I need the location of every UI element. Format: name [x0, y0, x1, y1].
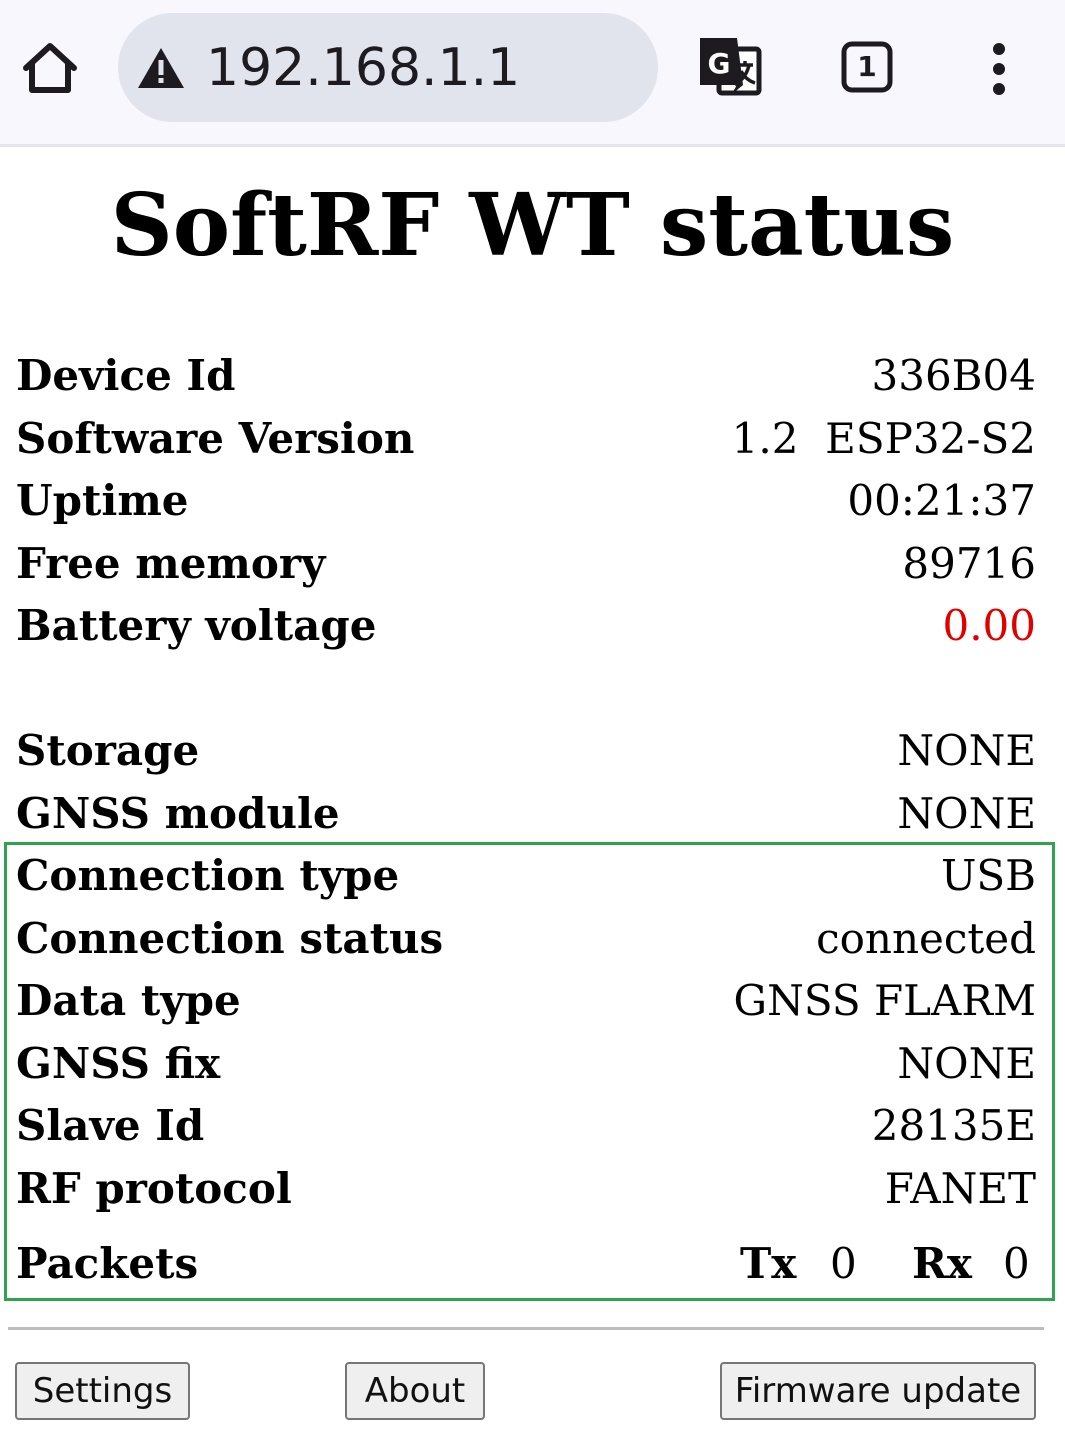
status-row-connection-status: Connection status connected	[16, 908, 1036, 970]
row-value: 336B04	[871, 351, 1036, 400]
packets-rx-label: Rx	[912, 1239, 972, 1288]
status-row-gnss-fix: GNSS fix NONE	[16, 1033, 1036, 1095]
row-value: 00:21:37	[847, 476, 1036, 525]
row-label: Device Id	[16, 351, 236, 400]
row-value: NONE	[897, 789, 1036, 838]
status-row-gnss-module: GNSS module NONE	[16, 783, 1036, 845]
row-value: 89716	[902, 539, 1036, 588]
row-value: FANET	[884, 1164, 1036, 1213]
status-row-storage: Storage NONE	[16, 720, 1036, 782]
status-row-device-id: Device Id 336B04	[16, 345, 1036, 407]
status-row-rf-protocol: RF protocol FANET	[16, 1158, 1036, 1220]
row-value: 28135E	[871, 1101, 1036, 1150]
status-row-software-version: Software Version 1.2 ESP32-S2	[16, 408, 1036, 470]
row-label: Data type	[16, 976, 241, 1025]
packets-tx-value: 0	[830, 1239, 857, 1288]
status-row-data-type: Data type GNSS FLARM	[16, 970, 1036, 1032]
divider	[8, 1327, 1044, 1330]
status-row-slave-id: Slave Id 28135E	[16, 1095, 1036, 1157]
tab-count[interactable]: 1	[840, 40, 894, 94]
row-value: NONE	[897, 1039, 1036, 1088]
row-value: GNSS FLARM	[733, 976, 1036, 1025]
svg-text:G: G	[708, 47, 731, 80]
about-button[interactable]: About	[345, 1362, 485, 1420]
row-label: Battery voltage	[16, 601, 377, 650]
translate-icon[interactable]: G	[697, 35, 763, 99]
status-row-free-memory: Free memory 89716	[16, 533, 1036, 595]
row-label: Software Version	[16, 414, 415, 463]
status-row-uptime: Uptime 00:21:37	[16, 470, 1036, 532]
page-title: SoftRF WT status	[110, 175, 955, 276]
row-label: Storage	[16, 726, 200, 775]
status-row-battery-voltage: Battery voltage 0.00	[16, 595, 1036, 657]
status-row-connection-type: Connection type USB	[16, 845, 1036, 907]
warning-icon[interactable]	[136, 46, 186, 90]
toolbar-divider	[0, 144, 1065, 147]
row-label: Connection status	[16, 914, 444, 963]
row-value: connected	[816, 914, 1036, 963]
row-label: GNSS fix	[16, 1039, 221, 1088]
row-value: 1.2 ESP32-S2	[731, 414, 1036, 463]
packets-rx-value: 0	[1003, 1239, 1030, 1288]
status-row-packets: Packets Tx 0 Rx 0	[16, 1233, 1046, 1295]
home-icon[interactable]	[18, 38, 82, 98]
row-label: Free memory	[16, 539, 326, 588]
more-vert-icon[interactable]	[980, 42, 1018, 96]
row-value: USB	[940, 851, 1036, 900]
settings-button[interactable]: Settings	[15, 1362, 190, 1420]
packets-tx-label: Tx	[740, 1239, 797, 1288]
row-label: Uptime	[16, 476, 189, 525]
row-label: Packets	[16, 1239, 199, 1288]
row-value: NONE	[897, 726, 1036, 775]
row-label: Connection type	[16, 851, 400, 900]
row-label: Slave Id	[16, 1101, 205, 1150]
row-label: RF protocol	[16, 1164, 292, 1213]
firmware-update-button[interactable]: Firmware update	[720, 1362, 1036, 1420]
battery-voltage-value: 0.00	[942, 601, 1036, 650]
row-label: GNSS module	[16, 789, 340, 838]
url-text[interactable]: 192.168.1.1	[206, 36, 520, 100]
